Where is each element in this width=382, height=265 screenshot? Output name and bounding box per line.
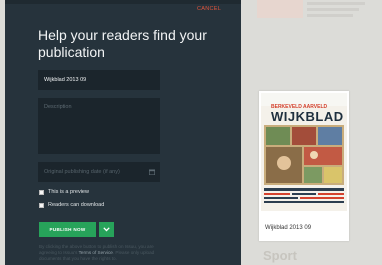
page-title: Help your readers find your publication — [38, 27, 207, 60]
publishing-date-input[interactable]: Original publishing date (if any) — [38, 162, 160, 182]
cover-contents-strip — [264, 187, 344, 207]
cover-photo-collage — [264, 125, 344, 185]
cancel-link[interactable]: CANCEL — [197, 6, 221, 12]
publication-preview-card: BERKEVELD AARVELD WIJKBLAD Wijkblad 2013… — [259, 91, 349, 241]
publish-options-button[interactable] — [99, 222, 114, 237]
description-input[interactable]: Description — [38, 98, 160, 154]
terms-of-service-link[interactable]: Terms of Service — [79, 250, 113, 255]
publishing-date-placeholder: Original publishing date (if any) — [44, 169, 120, 175]
background-sport-heading: Sport — [263, 248, 297, 263]
publish-now-button[interactable]: PUBLISH NOW — [39, 222, 96, 237]
preview-checkbox[interactable] — [39, 189, 44, 195]
preview-option[interactable]: This is a preview — [39, 189, 89, 195]
chevron-down-icon — [103, 227, 110, 232]
cover-masthead: WIJKBLAD — [271, 109, 344, 124]
publication-cover: BERKEVELD AARVELD WIJKBLAD — [261, 93, 347, 211]
terms-notice: By clicking the above button to publish … — [39, 244, 169, 263]
calendar-icon[interactable] — [149, 169, 155, 175]
preview-label: This is a preview — [48, 189, 89, 195]
download-label: Readers can download — [48, 202, 105, 208]
download-checkbox[interactable] — [39, 202, 44, 208]
publication-caption: Wijkblad 2013 09 — [265, 225, 312, 231]
download-option[interactable]: Readers can download — [39, 202, 104, 208]
publish-panel: CANCEL Help your readers find your publi… — [5, 0, 241, 265]
title-input[interactable]: Wijkblad 2013 09 — [38, 70, 160, 90]
background-article-thumbnails — [257, 0, 365, 18]
